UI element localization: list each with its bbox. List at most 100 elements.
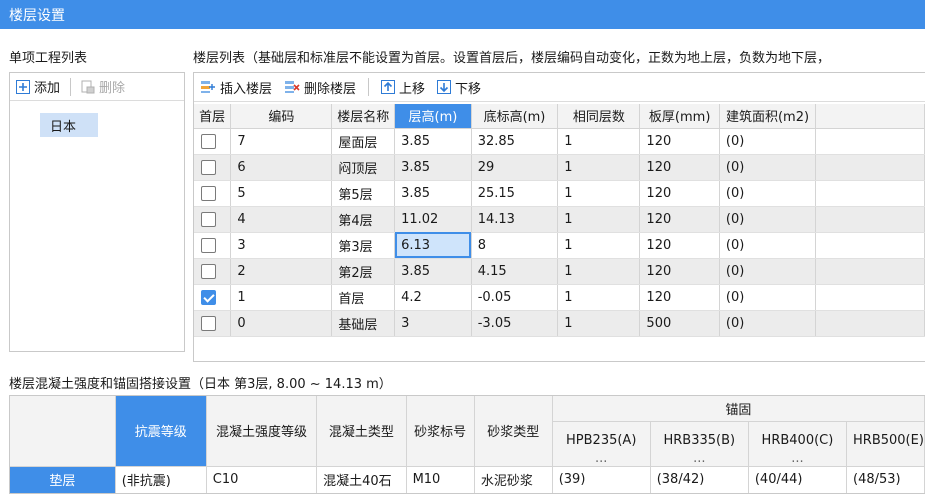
first-floor-checkbox[interactable] <box>201 159 216 175</box>
settings-row-header[interactable]: 垫层 <box>10 466 116 493</box>
col-concrete-type[interactable]: 混凝土类型 <box>316 396 407 467</box>
col-floor-name[interactable]: 楼层名称 <box>331 104 396 129</box>
slab-thickness-cell[interactable]: 120 <box>639 206 720 233</box>
floor-name-cell[interactable]: 第3层 <box>331 232 396 259</box>
slab-thickness-cell[interactable]: 120 <box>639 258 720 285</box>
same-count-cell[interactable]: 1 <box>557 180 641 207</box>
floor-row[interactable]: 4 第4层 11.02 14.13 1 120 (0) <box>194 206 925 233</box>
floor-row[interactable]: 7 屋面层 3.85 32.85 1 120 (0) <box>194 128 925 155</box>
col-anchor-hrb335[interactable]: HRB335(B)... <box>650 421 749 467</box>
base-elevation-cell[interactable]: -0.05 <box>471 284 559 311</box>
floor-area-cell[interactable]: (0) <box>719 232 817 259</box>
code-cell[interactable]: 5 <box>230 180 333 207</box>
floor-height-cell[interactable]: 3.85 <box>394 180 472 207</box>
base-elevation-cell[interactable]: 14.13 <box>471 206 559 233</box>
delete-floor-button[interactable]: 删除楼层 <box>284 78 356 97</box>
slab-thickness-cell[interactable]: 500 <box>639 310 720 337</box>
mortar-grade-cell[interactable]: M10 <box>406 466 475 493</box>
floor-name-cell[interactable]: 第2层 <box>331 258 396 285</box>
code-cell[interactable]: 6 <box>230 154 333 181</box>
same-count-cell[interactable]: 1 <box>557 128 641 155</box>
floor-row[interactable]: 1 首层 4.2 -0.05 1 120 (0) <box>194 284 925 311</box>
code-cell[interactable]: 7 <box>230 128 333 155</box>
base-elevation-cell[interactable]: -3.05 <box>471 310 559 337</box>
floor-row[interactable]: 0 基础层 3 -3.05 1 500 (0) <box>194 310 925 337</box>
col-first-floor[interactable]: 首层 <box>194 104 232 129</box>
col-anchor-hrb500[interactable]: HRB500(E) <box>846 421 925 467</box>
col-anchor-hpb235[interactable]: HPB235(A)... <box>552 421 651 467</box>
seismic-grade-cell[interactable]: (非抗震) <box>114 466 207 493</box>
floor-area-cell[interactable]: (0) <box>719 284 817 311</box>
base-elevation-cell[interactable]: 8 <box>471 232 559 259</box>
floor-height-cell[interactable]: 4.2 <box>394 284 472 311</box>
floor-name-cell[interactable]: 第5层 <box>331 180 396 207</box>
move-up-button[interactable]: 上移 <box>381 78 425 97</box>
slab-thickness-cell[interactable]: 120 <box>639 154 720 181</box>
floor-row[interactable]: 6 闷顶层 3.85 29 1 120 (0) <box>194 154 925 181</box>
col-base-elevation[interactable]: 底标高(m) <box>471 104 559 129</box>
insert-floor-button[interactable]: 插入楼层 <box>200 78 272 97</box>
floor-height-cell[interactable]: 11.02 <box>394 206 472 233</box>
first-floor-checkbox[interactable] <box>201 237 216 253</box>
col-anchor-hrb400[interactable]: HRB400(C)... <box>748 421 848 467</box>
first-floor-checkbox[interactable] <box>201 211 216 227</box>
first-floor-checkbox[interactable] <box>201 289 216 305</box>
first-floor-checkbox[interactable] <box>201 185 216 201</box>
base-elevation-cell[interactable]: 4.15 <box>471 258 559 285</box>
project-item[interactable]: 日本 <box>40 113 98 137</box>
col-mortar-type[interactable]: 砂浆类型 <box>474 396 553 467</box>
first-floor-checkbox[interactable] <box>201 263 216 279</box>
floor-area-cell[interactable]: (0) <box>719 206 817 233</box>
floor-name-cell[interactable]: 闷顶层 <box>331 154 396 181</box>
same-count-cell[interactable]: 1 <box>557 310 641 337</box>
floor-name-cell[interactable]: 屋面层 <box>331 128 396 155</box>
anchor-cell[interactable]: (40/44) <box>748 466 848 493</box>
base-elevation-cell[interactable]: 29 <box>471 154 559 181</box>
code-cell[interactable]: 3 <box>230 232 333 259</box>
floor-row[interactable]: 3 第3层 6.13 8 1 120 (0) <box>194 232 925 259</box>
code-cell[interactable]: 1 <box>230 284 333 311</box>
floor-area-cell[interactable]: (0) <box>719 154 817 181</box>
floor-area-cell[interactable]: (0) <box>719 258 817 285</box>
floor-row[interactable]: 2 第2层 3.85 4.15 1 120 (0) <box>194 258 925 285</box>
floor-name-cell[interactable]: 第4层 <box>331 206 396 233</box>
col-seismic-grade[interactable]: 抗震等级 <box>115 396 207 467</box>
slab-thickness-cell[interactable]: 120 <box>639 232 720 259</box>
floor-height-cell[interactable]: 3.85 <box>394 258 472 285</box>
col-same-count[interactable]: 相同层数 <box>557 104 641 129</box>
floor-area-cell[interactable]: (0) <box>719 180 817 207</box>
floor-name-cell[interactable]: 基础层 <box>331 310 396 337</box>
code-cell[interactable]: 2 <box>230 258 333 285</box>
same-count-cell[interactable]: 1 <box>557 232 641 259</box>
floor-name-cell[interactable]: 首层 <box>331 284 396 311</box>
col-slab-thickness[interactable]: 板厚(mm) <box>639 104 720 129</box>
base-elevation-cell[interactable]: 32.85 <box>471 128 559 155</box>
slab-thickness-cell[interactable]: 120 <box>639 284 720 311</box>
anchor-cell[interactable]: (38/42) <box>650 466 749 493</box>
floor-height-cell[interactable]: 3.85 <box>394 128 472 155</box>
code-cell[interactable]: 0 <box>230 310 333 337</box>
move-down-button[interactable]: 下移 <box>437 78 481 97</box>
col-concrete-grade[interactable]: 混凝土强度等级 <box>206 396 318 467</box>
floor-row[interactable]: 5 第5层 3.85 25.15 1 120 (0) <box>194 180 925 207</box>
concrete-type-cell[interactable]: 混凝土40石 <box>316 466 407 493</box>
col-code[interactable]: 编码 <box>230 104 333 129</box>
slab-thickness-cell[interactable]: 120 <box>639 180 720 207</box>
same-count-cell[interactable]: 1 <box>557 206 641 233</box>
anchor-cell[interactable]: (39) <box>552 466 651 493</box>
delete-project-button[interactable]: 删除 <box>81 77 125 96</box>
anchor-cell[interactable]: (48/53) <box>846 466 925 493</box>
add-project-button[interactable]: 添加 <box>16 77 60 96</box>
first-floor-checkbox[interactable] <box>201 133 216 149</box>
same-count-cell[interactable]: 1 <box>557 154 641 181</box>
concrete-grade-cell[interactable]: C10 <box>206 466 318 493</box>
code-cell[interactable]: 4 <box>230 206 333 233</box>
base-elevation-cell[interactable]: 25.15 <box>471 180 559 207</box>
slab-thickness-cell[interactable]: 120 <box>639 128 720 155</box>
mortar-type-cell[interactable]: 水泥砂浆 <box>474 466 553 493</box>
first-floor-checkbox[interactable] <box>201 315 216 331</box>
floor-height-cell[interactable]: 3.85 <box>394 154 472 181</box>
col-floor-area[interactable]: 建筑面积(m2) <box>719 104 817 129</box>
floor-height-cell[interactable]: 6.13 <box>394 232 472 259</box>
floor-height-cell[interactable]: 3 <box>394 310 472 337</box>
